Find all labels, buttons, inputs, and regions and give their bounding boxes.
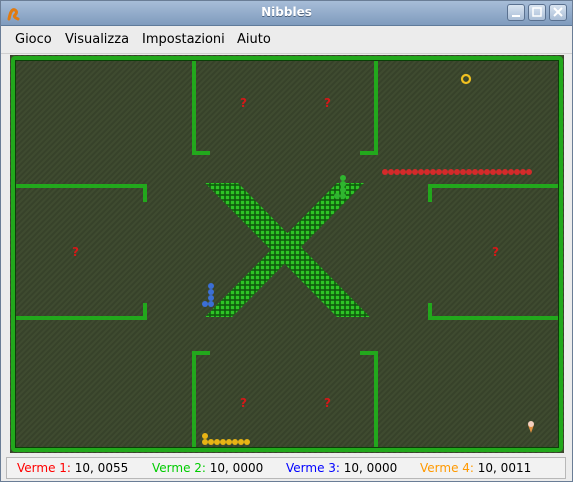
close-icon [553, 7, 563, 17]
window-title: Nibbles [261, 5, 312, 19]
worm-2-label: Verme 2: [152, 461, 206, 475]
worm-4-score: 10, 0011 [477, 461, 532, 475]
bonus-question-mark: ? [324, 96, 331, 110]
status-bar: Verme 1: 10, 0055 Verme 2: 10, 0000 Verm… [6, 457, 566, 479]
bonus-question-mark: ? [492, 245, 499, 259]
game-board-canvas: ? ? ? ? ? ? [10, 55, 564, 453]
worm-4-label: Verme 4: [420, 461, 474, 475]
nibbles-window: Nibbles Gioco Visualizza Impostazioni Ai… [0, 0, 573, 482]
bonus-question-mark: ? [324, 396, 331, 410]
worm-2-status: Verme 2: 10, 0000 [152, 461, 263, 475]
worm-1-label: Verme 1: [17, 461, 71, 475]
worm-2-score: 10, 0000 [209, 461, 264, 475]
minimize-button[interactable] [507, 4, 525, 21]
menu-impostazioni[interactable]: Impostazioni [142, 32, 225, 47]
maximize-button[interactable] [528, 4, 546, 21]
worm-3-score: 10, 0000 [343, 461, 398, 475]
worm-3-status: Verme 3: 10, 0000 [286, 461, 397, 475]
bonus-question-mark: ? [240, 96, 247, 110]
maximize-icon [532, 7, 542, 17]
close-button[interactable] [549, 4, 567, 21]
title-bar[interactable]: Nibbles [1, 1, 572, 26]
menu-visualizza[interactable]: Visualizza [65, 32, 129, 47]
menu-bar: Gioco Visualizza Impostazioni Aiuto [1, 26, 572, 54]
minimize-icon [512, 15, 520, 17]
menu-aiuto[interactable]: Aiuto [237, 32, 271, 47]
bonus-question-mark: ? [240, 396, 247, 410]
worm-1-status: Verme 1: 10, 0055 [17, 461, 128, 475]
bonus-question-mark: ? [72, 245, 79, 259]
worm-1-score: 10, 0055 [74, 461, 129, 475]
menu-gioco[interactable]: Gioco [15, 32, 52, 47]
worm-4-status: Verme 4: 10, 0011 [420, 461, 531, 475]
game-board[interactable]: ? ? ? ? ? ? [10, 55, 564, 453]
worm-red [382, 169, 532, 175]
worm-3-label: Verme 3: [286, 461, 340, 475]
